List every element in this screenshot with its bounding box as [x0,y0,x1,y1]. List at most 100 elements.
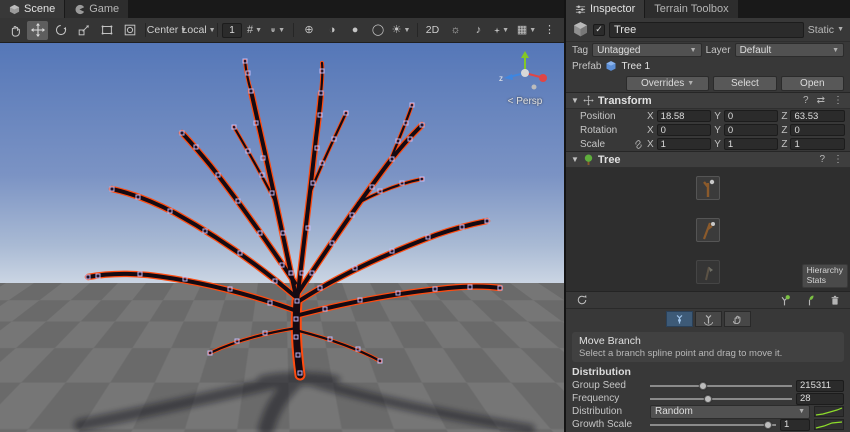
spline-point[interactable] [332,137,337,142]
spline-point[interactable] [295,299,300,304]
scene-viewport[interactable]: z < Persp [0,43,564,432]
spline-point[interactable] [260,173,265,178]
spline-point[interactable] [356,347,361,352]
spline-point[interactable] [468,285,473,290]
help-icon[interactable]: ? [817,154,827,165]
spline-point[interactable] [300,271,305,276]
growth-scale-slider[interactable] [650,419,776,431]
gizmo-z-cone[interactable] [504,74,513,80]
overrides-button[interactable]: Overrides▼ [626,76,709,91]
add-leaf-group-button[interactable] [799,291,820,310]
draw-mode-button[interactable]: ⊕ [299,21,320,40]
spline-point[interactable] [194,145,199,150]
presets-icon[interactable]: ⇄ [815,95,827,106]
distribution-dropdown[interactable]: Random▼ [650,405,810,419]
foldout-icon[interactable]: ▼ [571,155,579,164]
shading-mode-button[interactable]: ◑ [322,21,343,40]
spline-point[interactable] [270,191,275,196]
position-x-field[interactable] [657,110,712,122]
scale-y-field[interactable] [724,138,779,150]
spline-point[interactable] [203,229,208,234]
tree-hierarchy-canvas[interactable]: Hierarchy Stats [566,168,850,292]
rotate-branch-tool[interactable] [695,311,722,327]
kebab-menu-icon[interactable]: ⋮ [831,95,845,106]
spline-point[interactable] [208,351,213,356]
tree-node-leaf[interactable] [696,260,720,284]
spline-point[interactable] [232,125,237,130]
rotation-x-field[interactable] [657,124,712,136]
group-seed-field[interactable] [796,380,844,392]
spline-point[interactable] [280,263,285,268]
spline-point[interactable] [273,279,278,284]
effects-dropdown[interactable]: ▼ [491,21,512,40]
spline-point[interactable] [390,157,395,162]
spline-point[interactable] [246,149,251,154]
spline-point[interactable] [183,277,188,282]
spline-point[interactable] [258,231,263,236]
spline-point[interactable] [370,185,375,190]
spline-point[interactable] [296,353,301,358]
spline-point[interactable] [315,146,320,151]
spline-point[interactable] [216,173,221,178]
spline-point[interactable] [420,123,425,128]
open-button[interactable]: Open [781,76,844,91]
spline-point[interactable] [311,181,316,186]
spline-point[interactable] [86,275,91,280]
spline-point[interactable] [396,139,401,144]
tag-dropdown[interactable]: Untagged▼ [592,43,701,57]
spline-point[interactable] [180,131,185,136]
tree-node-root[interactable] [696,176,720,200]
spline-point[interactable] [249,89,254,94]
position-y-field[interactable] [724,110,779,122]
spline-point[interactable] [261,156,266,161]
spline-point[interactable] [96,274,101,279]
help-icon[interactable]: ? [801,95,811,106]
tab-scene[interactable]: Scene [0,0,65,18]
2d-toggle-button[interactable]: 2D [422,21,443,40]
spline-point[interactable] [353,266,358,271]
grid-size-field[interactable] [222,23,242,38]
rotate-tool-button[interactable] [50,21,71,40]
spline-point[interactable] [319,91,324,96]
grid-snap-dropdown[interactable]: #▼ [244,21,265,40]
spline-point[interactable] [243,59,248,64]
move-tool-button[interactable] [27,21,48,40]
spline-point[interactable] [320,69,325,74]
wireframe-button[interactable]: ● [345,21,366,40]
spline-point[interactable] [238,251,243,256]
spline-point[interactable] [358,298,363,303]
layer-dropdown[interactable]: Default▼ [735,43,844,57]
spline-point[interactable] [498,286,503,291]
spline-point[interactable] [410,103,415,108]
spline-point[interactable] [323,307,328,312]
spline-point[interactable] [228,287,233,292]
spline-point[interactable] [110,187,115,192]
spline-point[interactable] [390,249,395,254]
spline-point[interactable] [254,121,259,126]
spline-point[interactable] [378,189,383,194]
spline-point[interactable] [350,213,355,218]
growth-scale-curve-field[interactable] [814,419,844,430]
pivot-mode-dropdown[interactable]: Center ▼ [150,21,181,40]
snap-toggle-button[interactable]: ▼ [267,21,288,40]
growth-scale-field[interactable] [780,419,810,431]
spline-point[interactable] [420,177,425,182]
position-z-field[interactable] [790,110,845,122]
spline-point[interactable] [168,209,173,214]
spline-point[interactable] [263,331,268,336]
spline-point[interactable] [320,161,325,166]
spline-point[interactable] [485,219,490,224]
shaded-wire-button[interactable]: ◯ [368,21,389,40]
transform-tool-button[interactable] [119,21,140,40]
spline-point[interactable] [298,371,303,376]
spline-point[interactable] [289,271,294,276]
scene-orientation-gizmo[interactable]: z < Persp [494,45,556,107]
orientation-dropdown[interactable]: Local ▼ [184,21,212,40]
tab-inspector[interactable]: Inspector [566,0,645,18]
spline-point[interactable] [318,286,323,291]
rotation-z-field[interactable] [790,124,845,136]
spline-point[interactable] [404,121,409,126]
gizmo-negative-axis-handle[interactable] [532,85,537,90]
uniform-scale-link-icon[interactable] [633,140,644,149]
spline-point[interactable] [426,235,431,240]
